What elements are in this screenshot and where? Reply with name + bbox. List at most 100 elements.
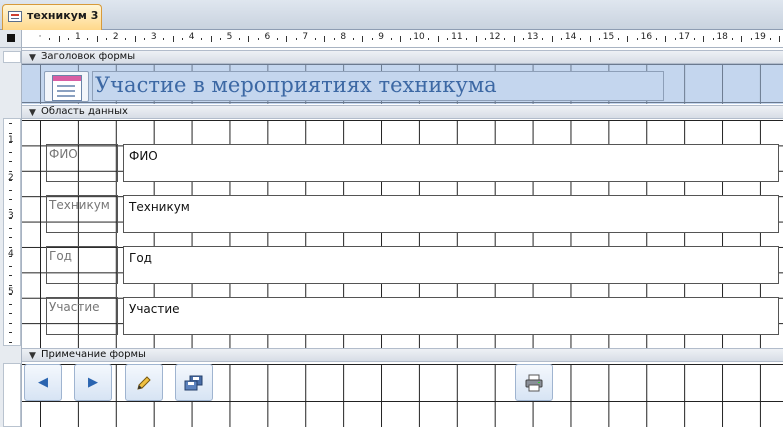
year-field[interactable] — [123, 246, 779, 284]
ruler-tick — [674, 38, 676, 40]
vertical-ruler-number: 3 — [8, 211, 14, 221]
triangle-right-icon: ▶ — [88, 375, 98, 390]
ruler-tick — [769, 38, 771, 40]
ruler-tick — [599, 38, 601, 40]
vertical-ruler-number: 2 — [8, 173, 14, 183]
vertical-ruler-tick — [9, 237, 12, 238]
vertical-ruler-tick — [9, 275, 12, 276]
ruler-tick — [485, 38, 487, 40]
vertical-ruler-tick — [9, 303, 12, 305]
vertical-ruler-tick — [9, 256, 12, 257]
ruler-tick — [125, 38, 127, 40]
document-tab-strip: техникум 3 — [0, 0, 783, 30]
vertical-ruler-number: 4 — [8, 249, 14, 259]
form-logo-icon — [52, 75, 82, 101]
ruler-tick — [106, 38, 108, 40]
previous-record-button[interactable]: ◀ — [24, 364, 62, 401]
ruler-detail-band — [3, 118, 21, 346]
ruler-tick — [352, 38, 354, 40]
next-record-button[interactable]: ▶ — [74, 364, 112, 401]
vertical-ruler-tick — [9, 265, 12, 267]
print-button[interactable] — [515, 364, 553, 401]
edit-record-button[interactable] — [125, 364, 163, 401]
vertical-ruler-tick — [9, 332, 12, 333]
select-form-box[interactable] — [7, 34, 15, 42]
ruler-number: 14 — [564, 32, 577, 42]
ruler-tick — [523, 38, 525, 40]
vertical-ruler-tick — [9, 227, 12, 229]
ruler-tick — [87, 38, 89, 40]
ruler-tick — [371, 38, 373, 40]
vertical-ruler-tick — [9, 180, 12, 181]
vertical-ruler-tick — [9, 294, 12, 295]
ruler-tick — [741, 36, 743, 42]
ruler-tick — [295, 38, 297, 40]
ruler-tick — [390, 38, 392, 40]
form-title: Участие в мероприятиях техникума — [95, 73, 497, 97]
ruler-tick — [163, 38, 165, 40]
ruler-number: 6 — [264, 32, 271, 42]
form-footer-section-bar[interactable]: ▼ Примечание формы — [22, 348, 783, 362]
ruler-tick — [210, 36, 212, 42]
ruler-tick — [513, 36, 515, 42]
ruler-tick — [49, 38, 51, 40]
ruler-corner[interactable] — [0, 30, 22, 48]
ruler-number: 15 — [602, 32, 615, 42]
ruler-number: 4 — [188, 32, 195, 42]
document-tab-label: техникум 3 — [27, 9, 99, 22]
ruler-tick — [447, 38, 449, 40]
ruler-number: 18 — [716, 32, 728, 42]
save-record-button[interactable] — [175, 364, 213, 401]
vertical-ruler[interactable]: 1 2 3 4 5 — [0, 48, 22, 427]
technikum-field-value: Техникум — [129, 200, 190, 214]
ruler-number: 8 — [340, 32, 347, 42]
vertical-ruler-tick — [9, 322, 12, 324]
vertical-ruler-tick — [9, 341, 12, 343]
horizontal-ruler[interactable]: 1234567891011121314151617181920· — [22, 30, 783, 48]
ruler-tick — [58, 36, 60, 42]
vertical-ruler-tick — [9, 208, 12, 210]
ruler-tick — [248, 36, 250, 42]
vertical-ruler-tick — [9, 161, 12, 162]
ruler-number: 19 — [754, 32, 766, 42]
ruler-tick — [257, 38, 259, 40]
vertical-ruler-tick — [9, 170, 12, 172]
ruler-number: 3 — [150, 32, 157, 42]
section-arrow-icon: ▼ — [29, 108, 36, 118]
participation-field[interactable] — [123, 297, 779, 335]
ruler-tick — [580, 38, 582, 40]
ruler-tick — [96, 36, 98, 42]
ruler-header-band — [3, 51, 21, 63]
ruler-tick — [703, 36, 705, 42]
technikum-field[interactable] — [123, 195, 779, 233]
ruler-tick — [172, 36, 174, 42]
year-field-value: Год — [129, 251, 152, 265]
ruler-tick — [589, 36, 591, 42]
vertical-ruler-tick — [9, 218, 12, 219]
ruler-number: 11 — [451, 32, 463, 42]
ruler-tick — [504, 38, 506, 40]
ruler-tick — [428, 38, 430, 40]
ruler-tick — [779, 36, 781, 42]
ruler-tick — [238, 38, 240, 40]
ruler-tick: · — [38, 32, 42, 42]
ruler-tick — [750, 38, 752, 40]
ruler-tick — [362, 36, 364, 42]
fio-field-value: ФИО — [129, 149, 158, 163]
ruler-tick — [712, 38, 714, 40]
ruler-number: 13 — [526, 32, 539, 42]
fio-field[interactable] — [123, 144, 779, 182]
ruler-tick — [201, 38, 203, 40]
document-tab[interactable]: техникум 3 — [2, 4, 102, 30]
ruler-number: 9 — [378, 32, 384, 42]
form-logo[interactable] — [44, 71, 89, 102]
form-header-section-bar[interactable]: ▼ Заголовок формы — [22, 50, 783, 64]
technikum-label: Техникум — [49, 198, 110, 212]
ruler-tick — [551, 36, 553, 42]
ruler-number: 1 — [75, 32, 81, 42]
ruler-tick — [466, 38, 468, 40]
ruler-tick — [561, 38, 563, 40]
ruler-tick — [655, 38, 657, 40]
detail-section-bar[interactable]: ▼ Область данных — [22, 105, 783, 119]
vertical-ruler-tick — [9, 313, 12, 314]
